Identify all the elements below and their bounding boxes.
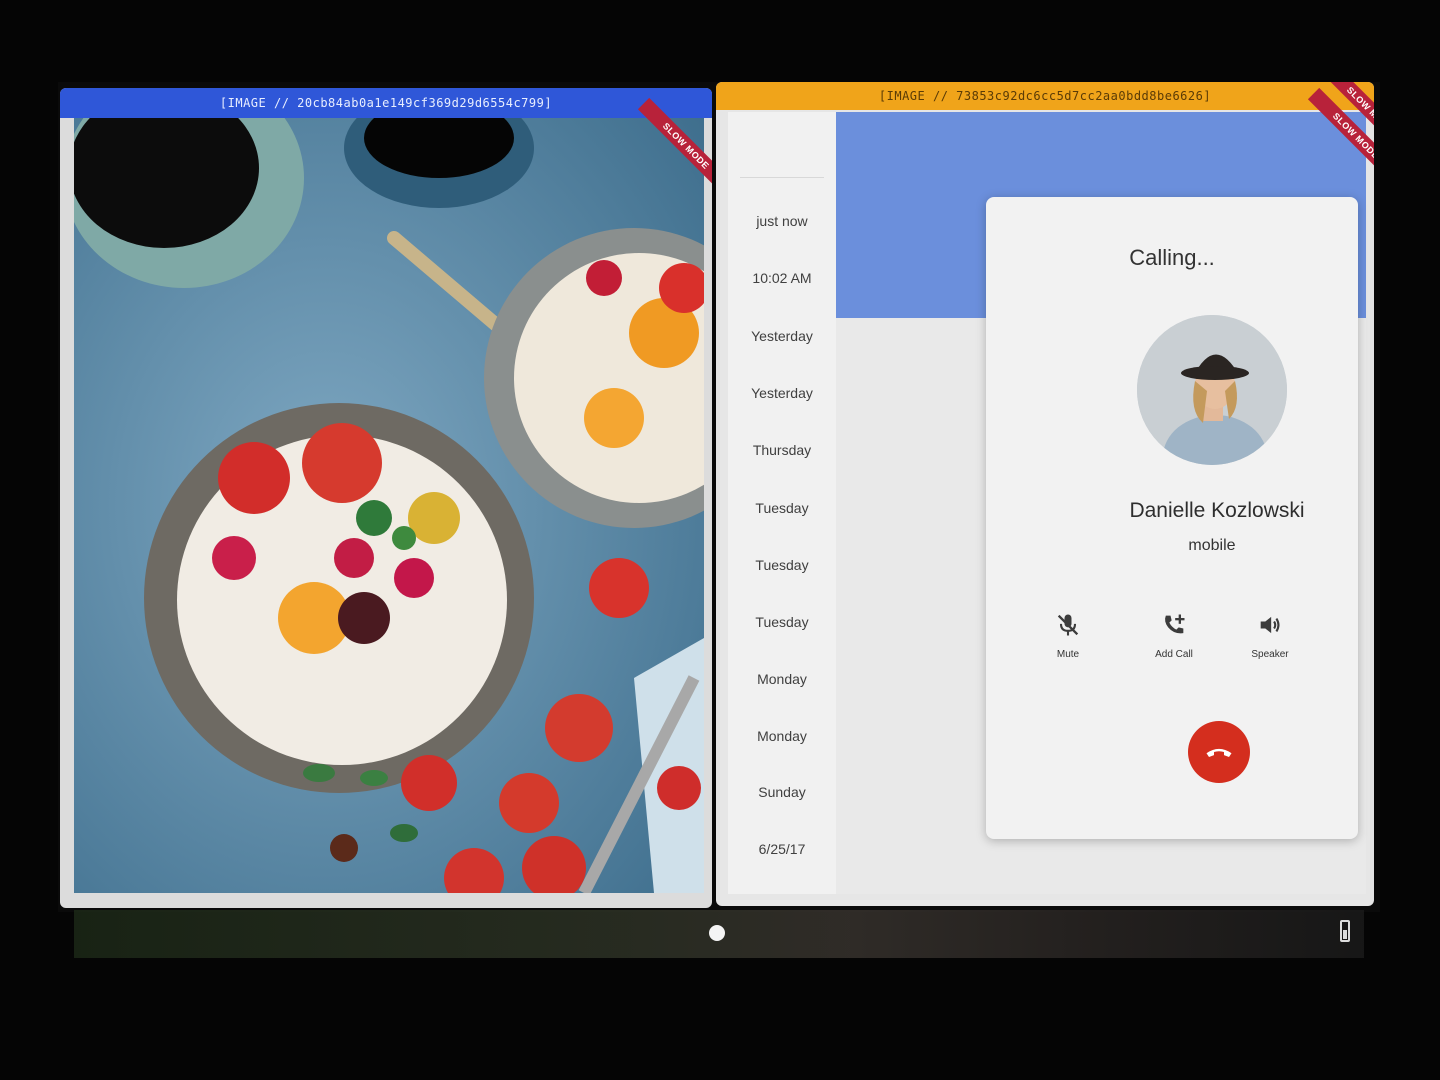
history-item[interactable]: Tuesday [728,614,836,630]
call-history-list: just now 10:02 AM Yesterday Yesterday Th… [728,112,836,894]
history-item[interactable]: 6/25/17 [728,841,836,857]
history-header-space [740,112,824,178]
history-item[interactable]: Thursday [728,442,836,458]
add-call-label: Add Call [1155,649,1193,660]
mute-label: Mute [1056,649,1080,660]
breakfast-bowls-image [74,118,704,893]
window-title-bar[interactable]: [IMAGE // 73853c92dc6cc5d7cc2aa0bdd8be66… [716,82,1374,110]
history-item[interactable]: 10:02 AM [728,270,836,286]
window-title: [IMAGE // 20cb84ab0a1e149cf369d29d6554c7… [219,96,553,110]
avatar [1137,315,1287,465]
caller-number-type: mobile [1188,537,1236,554]
mute-button[interactable]: Mute [1028,611,1108,660]
contact-photo [1137,315,1287,465]
end-call-button[interactable] [1188,721,1250,783]
speaker-button[interactable]: Speaker [1230,611,1310,660]
history-item[interactable]: Tuesday [728,557,836,573]
history-item[interactable]: Yesterday [728,328,836,344]
hang-up-icon [1206,748,1232,757]
call-status: Calling... [1129,245,1215,270]
home-button[interactable] [709,925,725,941]
food-photo [74,118,704,893]
battery-icon [1340,920,1350,942]
history-item[interactable]: Monday [728,671,836,687]
add-call-icon [1160,611,1188,639]
history-item[interactable]: Sunday [728,784,836,800]
speaker-label: Speaker [1251,649,1289,660]
history-item[interactable]: just now [728,213,836,229]
add-call-button[interactable]: Add Call [1134,611,1214,660]
calling-dialog: Calling... Danielle Kozlowski mobile Mut… [986,197,1358,839]
history-item[interactable]: Tuesday [728,500,836,516]
mic-off-icon [1054,611,1082,639]
speaker-icon [1256,611,1284,639]
history-item[interactable]: Yesterday [728,385,836,401]
history-item[interactable]: Monday [728,728,836,744]
window-title-bar[interactable]: [IMAGE // 20cb84ab0a1e149cf369d29d6554c7… [60,88,712,118]
image-window-left[interactable]: [IMAGE // 20cb84ab0a1e149cf369d29d6554c7… [60,88,712,908]
window-title: [IMAGE // 73853c92dc6cc5d7cc2aa0bdd8be66… [878,89,1212,103]
call-app-window[interactable]: [IMAGE // 73853c92dc6cc5d7cc2aa0bdd8be66… [716,82,1374,906]
caller-name: Danielle Kozlowski [1129,499,1305,522]
